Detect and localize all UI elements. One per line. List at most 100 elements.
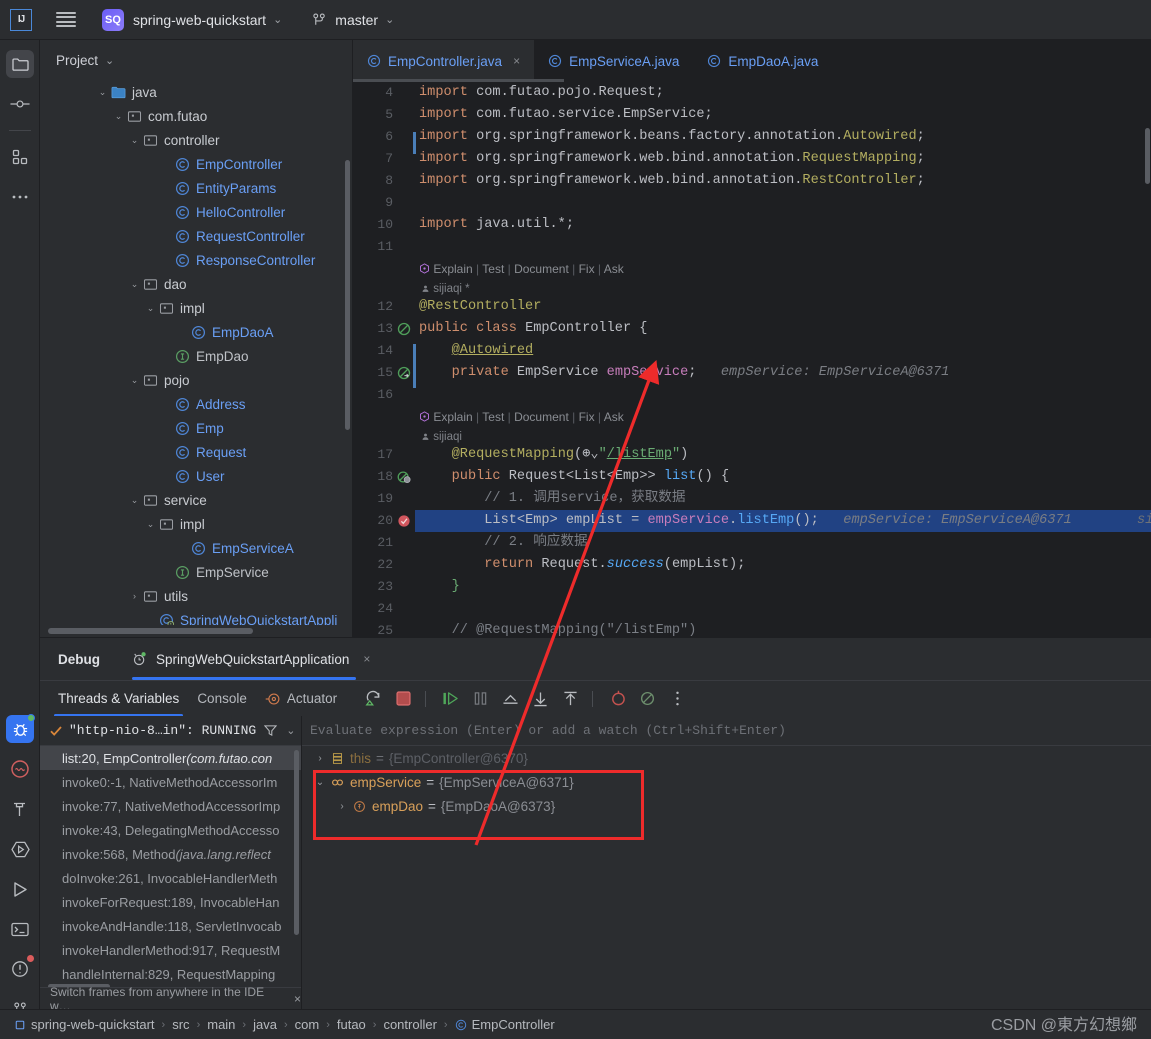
stack-frame-row[interactable]: invokeForRequest:189, InvocableHan bbox=[40, 890, 301, 914]
step-into-button[interactable] bbox=[528, 687, 552, 711]
code-line[interactable]: 17 @RequestMapping(⊕⌄"/listEmp") bbox=[353, 444, 1151, 466]
chevron-right-icon[interactable]: › bbox=[312, 753, 328, 764]
tree-item-service[interactable]: ⌄ service bbox=[40, 488, 352, 512]
code-line[interactable]: Explain | Test | Document | Fix | Ask bbox=[353, 406, 1151, 426]
rail-run-button[interactable] bbox=[0, 869, 40, 909]
code-line[interactable]: 13 public class EmpController { bbox=[353, 318, 1151, 340]
tree-item-responsecontroller[interactable]: ResponseController bbox=[40, 248, 352, 272]
tree-item-address[interactable]: Address bbox=[40, 392, 352, 416]
variable-row[interactable]: › empDao = {EmpDaoA@6373} bbox=[302, 794, 1151, 818]
debug-session-tab[interactable]: SpringWebQuickstartApplication × bbox=[132, 638, 370, 680]
stack-frame-row[interactable]: invoke:568, Method (java.lang.reflect bbox=[40, 842, 301, 866]
tree-item-springwebquickstartappli[interactable]: SpringWebQuickstartAppli bbox=[40, 608, 352, 625]
breadcrumb-item[interactable]: main bbox=[207, 1017, 235, 1032]
resume-button[interactable] bbox=[438, 687, 462, 711]
code-line[interactable]: 23 } bbox=[353, 576, 1151, 598]
close-icon[interactable]: × bbox=[363, 652, 370, 666]
tree-item-controller[interactable]: ⌄ controller bbox=[40, 128, 352, 152]
variable-row[interactable]: › this = {EmpController@6370} bbox=[302, 746, 1151, 770]
tree-item-entityparams[interactable]: EntityParams bbox=[40, 176, 352, 200]
stack-frame-row[interactable]: invoke0:-1, NativeMethodAccessorIm bbox=[40, 770, 301, 794]
view-breakpoints-button[interactable] bbox=[605, 687, 629, 711]
stack-frame-row[interactable]: doInvoke:261, InvocableHandlerMeth bbox=[40, 866, 301, 890]
project-name-label[interactable]: spring-web-quickstart bbox=[133, 12, 266, 28]
step-out-button[interactable] bbox=[558, 687, 582, 711]
autowired-bean-icon[interactable] bbox=[397, 366, 411, 380]
breadcrumb-item[interactable]: spring-web-quickstart bbox=[14, 1017, 155, 1032]
rail-structure-button[interactable] bbox=[0, 137, 40, 177]
breadcrumb-item[interactable]: controller bbox=[383, 1017, 436, 1032]
ai-action-test[interactable]: Test bbox=[479, 410, 507, 424]
ai-action-ask[interactable]: Ask bbox=[601, 410, 627, 424]
tree-item-hellocontroller[interactable]: HelloController bbox=[40, 200, 352, 224]
ai-action-ask[interactable]: Ask bbox=[601, 262, 627, 276]
stack-frame-row[interactable]: list:20, EmpController (com.futao.con bbox=[40, 746, 301, 770]
rail-commit-button[interactable] bbox=[0, 84, 40, 124]
code-line[interactable]: 14 @Autowired bbox=[353, 340, 1151, 362]
variable-row[interactable]: ⌄ empService = {EmpServiceA@6371} bbox=[302, 770, 1151, 794]
code-line[interactable]: 12 @RestController bbox=[353, 296, 1151, 318]
tab-empdaoa[interactable]: EmpDaoA.java bbox=[693, 40, 832, 82]
stack-frame-row[interactable]: invoke:77, NativeMethodAccessorImp bbox=[40, 794, 301, 818]
chevron-down-icon[interactable]: ⌄ bbox=[105, 54, 114, 67]
ai-assistant-actions[interactable]: Explain | Test | Document | Fix | Ask bbox=[419, 258, 627, 280]
rail-debug-button[interactable] bbox=[0, 709, 40, 749]
tree-item-empservice[interactable]: EmpService bbox=[40, 560, 352, 584]
code-line[interactable]: sijiaqi bbox=[353, 426, 1151, 444]
chevron-down-icon[interactable]: ⌄ bbox=[128, 279, 141, 290]
rail-terminal-button[interactable] bbox=[0, 909, 40, 949]
code-line[interactable]: 25 // @RequestMapping("/listEmp") bbox=[353, 620, 1151, 637]
tree-item-com-futao[interactable]: ⌄ com.futao bbox=[40, 104, 352, 128]
code-line[interactable]: 16 bbox=[353, 384, 1151, 406]
rail-coverage-button[interactable] bbox=[0, 829, 40, 869]
tree-item-pojo[interactable]: ⌄ pojo bbox=[40, 368, 352, 392]
tree-item-empcontroller[interactable]: EmpController bbox=[40, 152, 352, 176]
code-line[interactable]: 4 import com.futao.pojo.Request; bbox=[353, 82, 1151, 104]
filter-icon[interactable] bbox=[264, 724, 278, 737]
ai-action-explain[interactable]: Explain bbox=[430, 262, 476, 276]
chevron-down-icon[interactable]: ⌄ bbox=[273, 13, 282, 26]
variables-list[interactable]: › this = {EmpController@6370} ⌄ empService = {E… bbox=[302, 746, 1151, 818]
code-line[interactable]: 24 bbox=[353, 598, 1151, 620]
tree-item-java[interactable]: ⌄ java bbox=[40, 80, 352, 104]
code-line[interactable]: sijiaqi * bbox=[353, 278, 1151, 296]
stack-frame-row[interactable]: invokeHandlerMethod:917, RequestM bbox=[40, 938, 301, 962]
ai-action-test[interactable]: Test bbox=[479, 262, 507, 276]
code-line[interactable]: 20 List<Emp> empList = empService.listEm… bbox=[353, 510, 1151, 532]
project-panel-header[interactable]: Project ⌄ bbox=[40, 40, 352, 80]
code-line[interactable]: 7 import org.springframework.web.bind.ann… bbox=[353, 148, 1151, 170]
code-line[interactable]: 18 public Request<List<Emp>> list() { bbox=[353, 466, 1151, 488]
more-options-button[interactable] bbox=[665, 687, 689, 711]
thread-selector[interactable]: "http-nio-8…in": RUNNING ⌄ bbox=[40, 716, 301, 746]
ai-action-fix[interactable]: Fix bbox=[575, 410, 598, 424]
rail-more-button[interactable] bbox=[0, 177, 40, 217]
ai-action-document[interactable]: Document bbox=[511, 410, 572, 424]
rail-problems-button[interactable] bbox=[0, 949, 40, 989]
tree-item-impl[interactable]: ⌄ impl bbox=[40, 296, 352, 320]
code-line[interactable]: 11 bbox=[353, 236, 1151, 258]
tab-threads-and-variables[interactable]: Threads & Variables bbox=[54, 681, 184, 717]
close-icon[interactable]: × bbox=[513, 54, 520, 68]
breadcrumb-item[interactable]: src bbox=[172, 1017, 189, 1032]
tree-item-request[interactable]: Request bbox=[40, 440, 352, 464]
tree-item-empservicea[interactable]: EmpServiceA bbox=[40, 536, 352, 560]
tree-item-dao[interactable]: ⌄ dao bbox=[40, 272, 352, 296]
tree-item-user[interactable]: User bbox=[40, 464, 352, 488]
breadcrumb-item[interactable]: EmpController bbox=[455, 1017, 555, 1032]
ai-action-document[interactable]: Document bbox=[511, 262, 572, 276]
rail-project-button[interactable] bbox=[0, 44, 40, 84]
breadcrumb-item[interactable]: com bbox=[295, 1017, 320, 1032]
rail-breakpoints-button[interactable] bbox=[0, 749, 40, 789]
code-line[interactable]: 15 private EmpService empService; empSer… bbox=[353, 362, 1151, 384]
ai-assistant-actions[interactable]: Explain | Test | Document | Fix | Ask bbox=[419, 406, 627, 428]
tree-item-requestcontroller[interactable]: RequestController bbox=[40, 224, 352, 248]
code-line[interactable]: 22 return Request.success(empList); bbox=[353, 554, 1151, 576]
code-line[interactable]: 10 import java.util.*; bbox=[353, 214, 1151, 236]
project-horizontal-scrollbar[interactable] bbox=[48, 628, 345, 634]
chevron-down-icon[interactable]: ⌄ bbox=[128, 135, 141, 146]
stack-frame-row[interactable]: handleInternal:829, RequestMapping bbox=[40, 962, 301, 986]
rerun-button[interactable] bbox=[361, 687, 385, 711]
stop-button[interactable] bbox=[391, 687, 415, 711]
ai-action-fix[interactable]: Fix bbox=[575, 262, 598, 276]
code-line[interactable]: 6 import org.springframework.beans.factor… bbox=[353, 126, 1151, 148]
